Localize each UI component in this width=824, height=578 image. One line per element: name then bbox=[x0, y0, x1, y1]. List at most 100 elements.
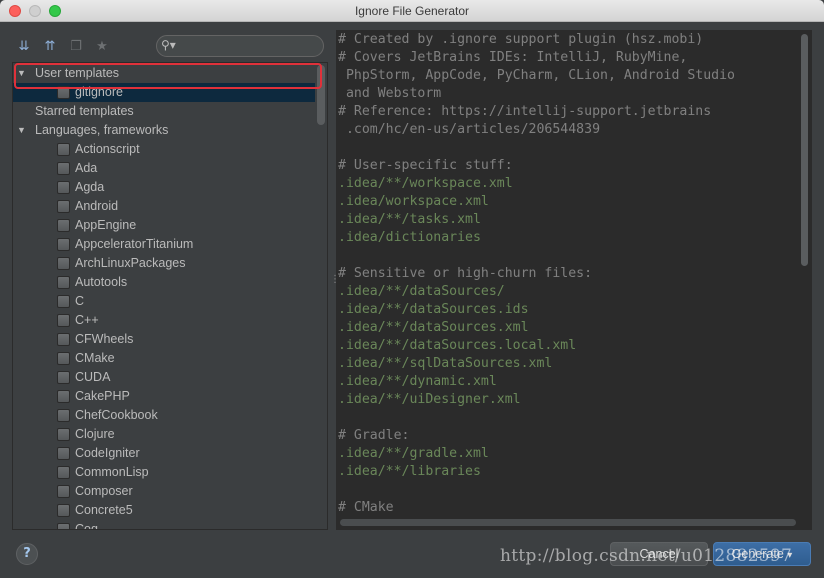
code-line-path: .idea/**/tasks.xml bbox=[338, 212, 481, 227]
window-title: Ignore File Generator bbox=[354, 4, 470, 18]
template-checkbox[interactable] bbox=[57, 466, 70, 479]
window-title-bar: Ignore File Generator bbox=[0, 0, 824, 22]
tree-item-label: CMake bbox=[75, 351, 115, 365]
tree-item-label: ChefCookbook bbox=[75, 408, 158, 422]
tree-item-label: Actionscript bbox=[75, 142, 140, 156]
template-checkbox[interactable] bbox=[57, 485, 70, 498]
tree-item[interactable]: ArchLinuxPackages bbox=[13, 254, 315, 273]
tree-item-label: CommonLisp bbox=[75, 465, 149, 479]
code-line-path: .idea/**/dataSources/ bbox=[338, 284, 505, 299]
tree-item-label: CUDA bbox=[75, 370, 111, 384]
search-box[interactable]: ⚲▾ bbox=[156, 35, 324, 57]
template-checkbox[interactable] bbox=[57, 352, 70, 365]
tree-item-label: Autotools bbox=[75, 275, 128, 289]
tree-item-label: C++ bbox=[75, 313, 99, 327]
star-icon[interactable]: ★ bbox=[94, 38, 110, 54]
tree-item-label: Clojure bbox=[75, 427, 115, 441]
tree-toolbar: ⇊ ⇈ ❐ ★ ⚲▾ bbox=[12, 34, 328, 60]
editor-horizontal-scrollbar[interactable] bbox=[340, 519, 796, 526]
code-line-path: .idea/**/uiDesigner.xml bbox=[338, 392, 521, 407]
tree-item[interactable]: ChefCookbook bbox=[13, 406, 315, 425]
template-checkbox[interactable] bbox=[57, 333, 70, 346]
template-checkbox[interactable] bbox=[57, 162, 70, 175]
template-checkbox[interactable] bbox=[57, 523, 70, 529]
template-checkbox[interactable] bbox=[57, 409, 70, 422]
template-checkbox[interactable] bbox=[57, 428, 70, 441]
gitignore-preview-editor[interactable]: # Created by .ignore support plugin (hsz… bbox=[336, 30, 812, 530]
tree-item-label: AppceleratorTitanium bbox=[75, 237, 194, 251]
tree-item-label: Concrete5 bbox=[75, 503, 133, 517]
code-line-path: .idea/**/gradle.xml bbox=[338, 446, 489, 461]
tree-item[interactable]: C++ bbox=[13, 311, 315, 330]
tree-item-label: ArchLinuxPackages bbox=[75, 256, 186, 270]
search-input[interactable] bbox=[179, 38, 319, 54]
code-line-comment: # CMake bbox=[338, 500, 394, 515]
watermark-text: http://blog.csdn.net/u012882597 bbox=[500, 546, 793, 566]
template-checkbox[interactable] bbox=[57, 295, 70, 308]
template-checkbox[interactable] bbox=[57, 447, 70, 460]
tree-item-label: gitignore bbox=[75, 85, 123, 99]
tree-item[interactable]: Clojure bbox=[13, 425, 315, 444]
template-checkbox[interactable] bbox=[57, 314, 70, 327]
tree-item[interactable]: Ada bbox=[13, 159, 315, 178]
tree-item-label: AppEngine bbox=[75, 218, 137, 232]
template-checkbox[interactable] bbox=[57, 371, 70, 384]
tree-item-label: Composer bbox=[75, 484, 133, 498]
template-checkbox[interactable] bbox=[57, 504, 70, 517]
tree-item-label: CakePHP bbox=[75, 389, 130, 403]
template-tree[interactable]: ▼ User templates gitignore Starred template… bbox=[12, 62, 328, 530]
code-line-path: .idea/**/dataSources.local.xml bbox=[338, 338, 577, 353]
template-checkbox[interactable] bbox=[57, 276, 70, 289]
template-checkbox[interactable] bbox=[57, 238, 70, 251]
tree-item[interactable]: AppEngine bbox=[13, 216, 315, 235]
tree-item-label: CFWheels bbox=[75, 332, 134, 346]
editor-vertical-scrollbar[interactable] bbox=[801, 34, 808, 266]
tree-item[interactable]: AppceleratorTitanium bbox=[13, 235, 315, 254]
tree-item[interactable]: CommonLisp bbox=[13, 463, 315, 482]
code-line-comment: PhpStorm, AppCode, PyCharm, CLion, Andro… bbox=[338, 68, 735, 83]
tree-item[interactable]: CakePHP bbox=[13, 387, 315, 406]
expand-arrow-icon[interactable]: ▼ bbox=[17, 64, 26, 83]
help-button[interactable]: ? bbox=[16, 543, 38, 565]
tree-item-label: Agda bbox=[75, 180, 105, 194]
code-line-path: .idea/workspace.xml bbox=[338, 194, 489, 209]
tree-item[interactable]: Agda bbox=[13, 178, 315, 197]
template-checkbox[interactable] bbox=[57, 200, 70, 213]
tree-item-label: Coq bbox=[75, 522, 98, 530]
tree-group-user-templates[interactable]: ▼ User templates bbox=[13, 64, 315, 83]
tree-item[interactable]: Autotools bbox=[13, 273, 315, 292]
tree-item[interactable]: CUDA bbox=[13, 368, 315, 387]
template-checkbox[interactable] bbox=[57, 390, 70, 403]
code-line-comment: and Webstorm bbox=[338, 86, 442, 101]
code-line-comment: # Created by .ignore support plugin (hsz… bbox=[338, 32, 704, 47]
tree-item[interactable]: CFWheels bbox=[13, 330, 315, 349]
template-checkbox[interactable] bbox=[57, 143, 70, 156]
tree-item[interactable]: Composer bbox=[13, 482, 315, 501]
code-line-comment: # User-specific stuff: bbox=[338, 158, 513, 173]
tree-item-label: C bbox=[75, 294, 85, 308]
tree-scrollbar[interactable] bbox=[317, 65, 325, 125]
template-checkbox[interactable] bbox=[57, 219, 70, 232]
tree-group-languages-frameworks[interactable]: ▼ Languages, frameworks bbox=[13, 121, 315, 140]
tree-group-starred-templates[interactable]: Starred templates bbox=[13, 102, 315, 121]
code-line-comment: # Gradle: bbox=[338, 428, 410, 443]
tree-item[interactable]: CodeIgniter bbox=[13, 444, 315, 463]
tree-item[interactable]: C bbox=[13, 292, 315, 311]
code-line-comment: # Reference: https://intellij-support.je… bbox=[338, 104, 712, 119]
copy-icon[interactable]: ❐ bbox=[68, 38, 84, 54]
template-checkbox[interactable] bbox=[57, 86, 70, 99]
expand-all-icon[interactable]: ⇊ bbox=[16, 38, 32, 54]
tree-item[interactable]: Coq bbox=[13, 520, 315, 530]
template-checkbox[interactable] bbox=[57, 181, 70, 194]
code-line-path: .idea/**/sqlDataSources.xml bbox=[338, 356, 553, 371]
expand-arrow-icon[interactable]: ▼ bbox=[17, 121, 26, 140]
tree-item[interactable]: Android bbox=[13, 197, 315, 216]
tree-item[interactable]: Concrete5 bbox=[13, 501, 315, 520]
code-line-path: .idea/**/libraries bbox=[338, 464, 481, 479]
template-checkbox[interactable] bbox=[57, 257, 70, 270]
collapse-all-icon[interactable]: ⇈ bbox=[42, 38, 58, 54]
tree-item[interactable]: gitignore bbox=[13, 83, 315, 102]
search-icon[interactable]: ⚲▾ bbox=[161, 38, 176, 52]
tree-item[interactable]: CMake bbox=[13, 349, 315, 368]
tree-item[interactable]: Actionscript bbox=[13, 140, 315, 159]
